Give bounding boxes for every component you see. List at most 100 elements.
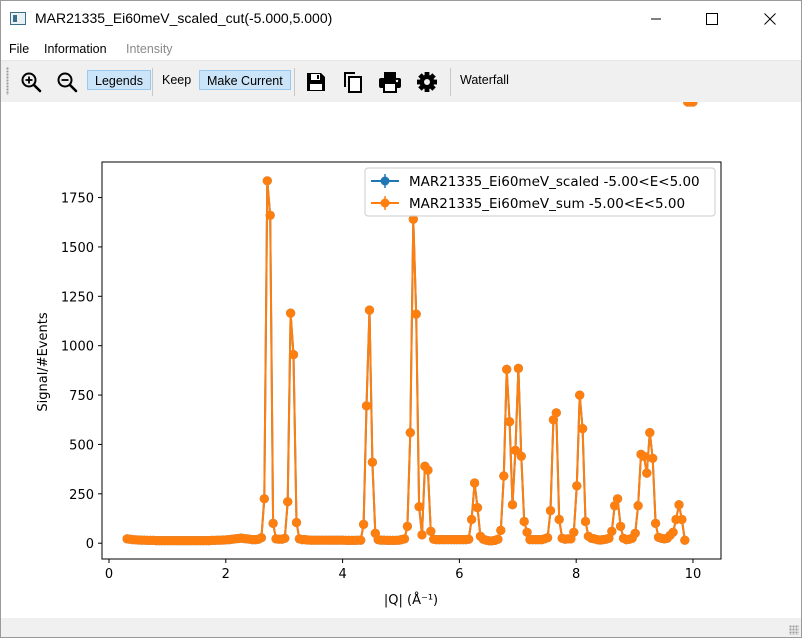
series-scaled-line: [126, 179, 686, 542]
y-tick-label: 1250: [61, 290, 94, 305]
series-sum-point: [288, 350, 299, 360]
series-sum-point: [639, 451, 649, 461]
series-sum-point: [356, 535, 366, 545]
zoom-in-icon: [21, 72, 42, 93]
y-tick-label: 1000: [61, 340, 94, 355]
series-sum-point: [680, 535, 690, 545]
series-sum-point: [648, 453, 658, 463]
series-sum-point: [499, 471, 509, 481]
y-tick-label: 1750: [61, 192, 94, 207]
series-sum-point: [545, 506, 556, 516]
maximize-button[interactable]: [689, 1, 735, 37]
series-sum-point: [414, 502, 424, 512]
series-sum-point: [677, 514, 687, 525]
series-sum-point: [472, 503, 483, 513]
minimize-button[interactable]: [633, 1, 679, 37]
series-sum-point: [507, 500, 518, 510]
series-sum-point: [259, 494, 269, 504]
series-sum-point: [467, 514, 477, 525]
window-title: MAR21335_Ei60meV_scaled_cut(-5.000,5.000…: [35, 10, 333, 26]
app-icon: [10, 12, 26, 25]
series-sum-point: [496, 525, 506, 535]
zoom-out-button[interactable]: [54, 69, 80, 95]
close-button[interactable]: [747, 1, 793, 37]
series-sum-point: [423, 465, 433, 475]
series-sum-point: [668, 527, 678, 537]
status-bar: [1, 618, 801, 637]
legends-toggle[interactable]: Legends: [87, 70, 151, 90]
series-sum-point: [516, 451, 526, 461]
series-sum-point: [519, 516, 529, 527]
series-sum-point: [493, 534, 503, 544]
copy-icon: [344, 72, 362, 93]
size-grip[interactable]: [789, 625, 799, 635]
menu-file[interactable]: File: [9, 42, 29, 56]
toolbar-separator: [450, 68, 451, 96]
series-sum-point: [268, 518, 278, 528]
y-tick-label: 1500: [61, 241, 94, 256]
series-sum-point: [402, 521, 412, 531]
y-tick-label: 750: [69, 389, 94, 404]
series-sum-point: [359, 519, 369, 529]
legend: MAR21335_Ei60meV_scaled -5.00<E<5.00 MAR…: [364, 167, 716, 217]
save-button[interactable]: [303, 69, 329, 95]
series-sum-point: [554, 514, 564, 525]
x-tick-label: 8: [572, 567, 580, 582]
menu-bar: File Information Intensity: [1, 38, 801, 60]
waterfall-button[interactable]: Waterfall: [453, 70, 516, 90]
x-tick-label: 4: [338, 567, 346, 582]
print-icon: [379, 72, 401, 93]
plot-canvas[interactable]: 0 2 4 6 8 10 0 250 500 750 1000 1250 1500 1750 |Q| (Å…: [1, 97, 801, 617]
legend-entry-sum: MAR21335_Ei60meV_sum -5.00<E<5.00: [371, 196, 685, 212]
series-sum-point: [575, 390, 585, 400]
series-sum-point: [367, 457, 377, 467]
series-sum-point: [580, 516, 591, 527]
make-current-toggle[interactable]: Make Current: [199, 70, 291, 90]
keep-button[interactable]: Keep: [155, 70, 198, 90]
print-button[interactable]: [377, 69, 403, 95]
minimize-icon: [651, 18, 661, 20]
zoom-out-icon: [57, 72, 78, 93]
x-axis-label: |Q| (Å⁻¹): [384, 592, 438, 608]
series-sum-point: [286, 308, 296, 318]
menu-information[interactable]: Information: [44, 42, 107, 56]
series-sum-point: [291, 517, 302, 528]
y-axis-label: Signal/#Events: [36, 312, 51, 411]
zoom-in-button[interactable]: [18, 69, 44, 95]
y-tick-label: 0: [86, 537, 94, 552]
series-sum-point: [417, 530, 427, 540]
series-sum-point: [426, 526, 436, 536]
toolbar-grip[interactable]: [6, 67, 9, 95]
series-sum-point: [470, 478, 480, 488]
legend-label-sum: MAR21335_Ei60meV_sum -5.00<E<5.00: [409, 196, 685, 212]
menu-intensity[interactable]: Intensity: [126, 42, 173, 56]
x-tick-label: 6: [455, 567, 463, 582]
x-tick-label: 0: [105, 567, 113, 582]
toolbar: Legends Keep Make Current Waterfall: [1, 60, 801, 103]
series-sum-line: [126, 179, 686, 542]
series-sum-point: [399, 534, 410, 544]
series-sum-point: [502, 364, 512, 374]
series-sum-point: [262, 176, 272, 186]
series-sum-point: [630, 528, 640, 538]
series-sum-point: [551, 408, 561, 418]
series-sum-point: [256, 533, 266, 543]
chart: 0 2 4 6 8 10 0 250 500 750 1000 1250 1500 1750 |Q| (Å…: [36, 97, 722, 608]
series-sum-point: [543, 533, 553, 543]
title-bar: MAR21335_Ei60meV_scaled_cut(-5.000,5.000…: [1, 1, 801, 37]
series-sum-point: [280, 533, 290, 543]
series-sum-point: [633, 501, 643, 511]
series-sum-point: [607, 526, 617, 536]
series-sum-point: [405, 428, 415, 438]
x-tick-label: 10: [685, 567, 702, 582]
series-sum-point: [505, 417, 515, 427]
copy-button[interactable]: [340, 69, 366, 95]
gear-icon: [417, 72, 437, 92]
series-sum-point: [572, 481, 582, 491]
settings-button[interactable]: [414, 69, 440, 95]
legend-label-scaled: MAR21335_Ei60meV_scaled -5.00<E<5.00: [409, 174, 700, 190]
close-icon: [764, 13, 776, 25]
series-sum-point: [513, 363, 524, 373]
series-sum-point: [645, 428, 655, 438]
series-sum-point: [613, 494, 623, 504]
